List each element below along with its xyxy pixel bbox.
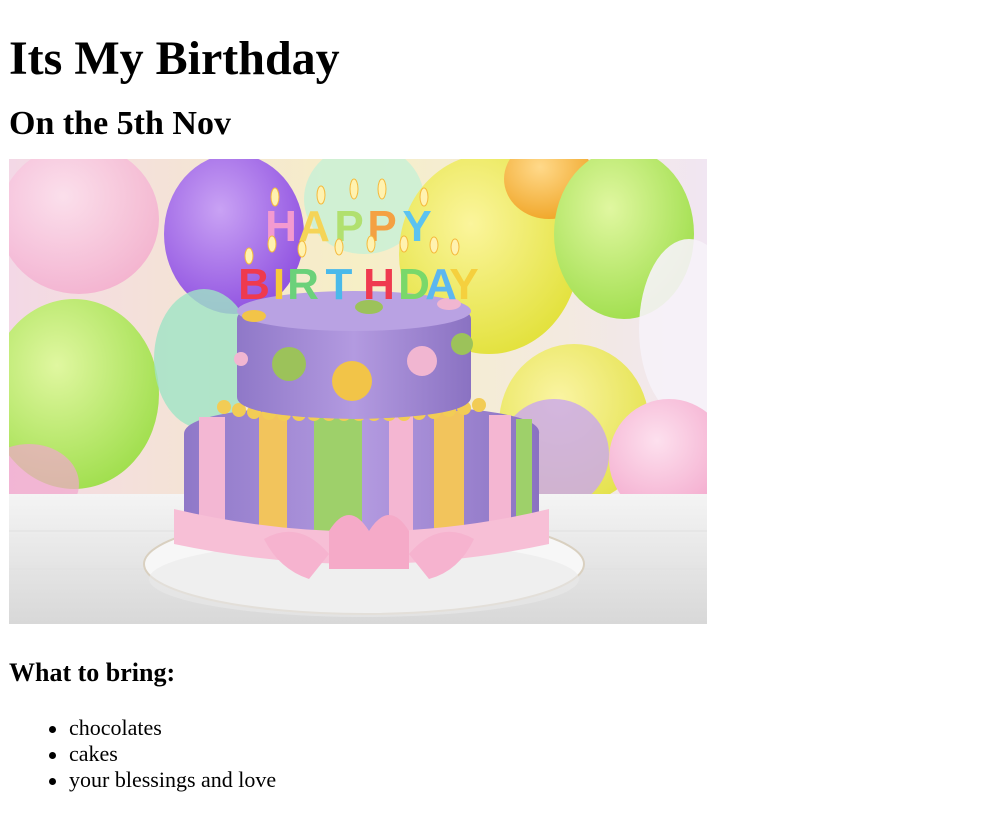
bring-heading: What to bring: bbox=[9, 658, 176, 687]
list-item: cakes bbox=[9, 741, 997, 767]
page: Its My Birthday On the 5th Nov H A P P Y… bbox=[0, 0, 997, 793]
list-item-text: chocolates bbox=[69, 715, 162, 740]
bullet-icon bbox=[49, 778, 56, 785]
list-item: your blessings and love bbox=[9, 767, 997, 793]
bullet-icon bbox=[49, 726, 56, 733]
svg-text:T: T bbox=[326, 260, 353, 309]
page-subtitle: On the 5th Nov bbox=[9, 105, 231, 142]
birthday-cake-image: H A P P Y B I R T H D A Y bbox=[9, 159, 707, 624]
bullet-icon bbox=[49, 752, 56, 759]
page-title: Its My Birthday bbox=[9, 32, 340, 85]
svg-text:B: B bbox=[238, 260, 270, 309]
svg-text:Y: Y bbox=[449, 260, 478, 309]
svg-text:H: H bbox=[363, 260, 395, 309]
list-item-text: your blessings and love bbox=[69, 767, 277, 792]
bring-list: chocolates cakes your blessings and love bbox=[9, 715, 997, 793]
list-item: chocolates bbox=[9, 715, 997, 741]
svg-text:R: R bbox=[287, 260, 319, 309]
list-item-text: cakes bbox=[69, 741, 118, 766]
svg-text:I: I bbox=[273, 260, 285, 309]
